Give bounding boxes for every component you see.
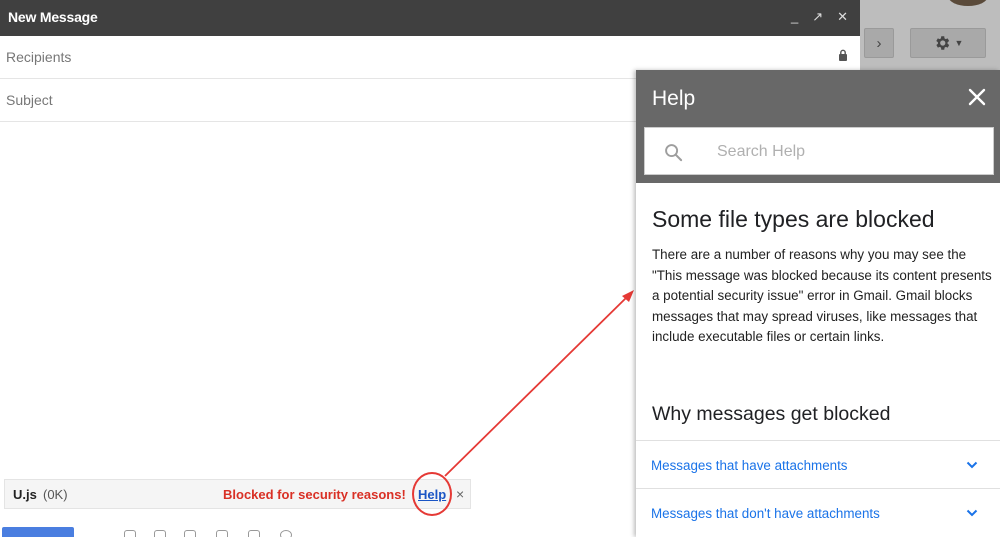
close-icon[interactable]: ✕ [837,8,848,26]
compose-title: New Message [8,9,98,25]
recipients-placeholder: Recipients [6,49,72,65]
accordion-item-no-attachments[interactable]: Messages that don't have attachments [636,488,1000,536]
popout-icon[interactable]: ↗ [812,8,823,26]
emoji-icon[interactable] [280,530,292,537]
help-header: Help [636,70,1000,183]
compose-header[interactable]: New Message _ ↗ ✕ [0,0,860,36]
remove-attachment-icon[interactable]: × [456,486,464,502]
search-icon [665,144,683,162]
screen: › ▼ New Message _ ↗ ✕ Recipients Subject [0,0,1000,537]
subject-placeholder: Subject [6,92,53,108]
caret-down-icon: ▼ [954,38,964,48]
accordion-item-attachments[interactable]: Messages that have attachments [636,440,1000,488]
help-title: Help [652,87,696,110]
help-panel: Help Some file types are blocked There a… [636,70,1000,537]
attachment-chip: U.js (0K) Blocked for security reasons! … [4,479,471,509]
attachment-name: U.js [13,487,37,502]
chevron-down-icon [966,461,978,469]
minimize-icon[interactable]: _ [791,8,798,26]
accordion-label: Messages that don't have attachments [651,506,880,521]
chevron-right-icon: › [876,34,882,52]
next-page-button[interactable]: › [864,28,894,58]
blocked-message: Blocked for security reasons! [223,487,406,502]
chevron-down-icon [966,509,978,517]
link-icon[interactable] [248,530,260,537]
help-search-box[interactable] [644,127,994,175]
gear-icon [935,36,949,50]
formatting-toolbar [104,530,324,537]
compose-window-controls: _ ↗ ✕ [791,8,848,26]
photo-icon[interactable] [216,530,228,537]
lock-icon[interactable] [838,49,848,62]
settings-button[interactable]: ▼ [910,28,986,58]
attach-icon[interactable] [154,530,166,537]
accordion-label: Messages that have attachments [651,458,848,473]
article-body: There are a number of reasons why you ma… [652,247,992,344]
annotation-circle [412,472,452,516]
formatting-icon[interactable] [124,530,136,537]
drive-icon[interactable] [184,530,196,537]
close-icon[interactable] [968,88,986,106]
send-button[interactable] [2,527,74,537]
article-title: Some file types are blocked [652,206,935,232]
section-title: Why messages get blocked [652,403,891,425]
attachment-size: (0K) [43,487,68,502]
search-input[interactable] [717,140,977,164]
